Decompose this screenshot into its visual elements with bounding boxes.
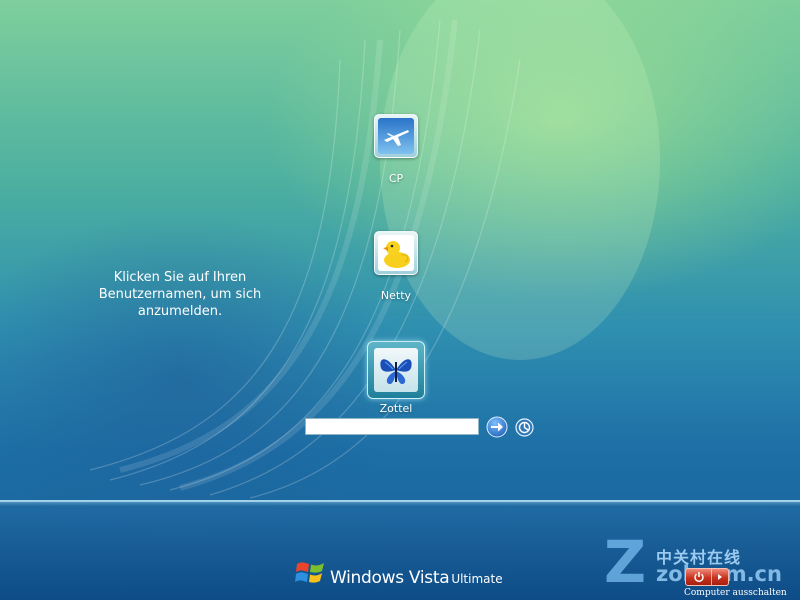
password-input[interactable] [305,418,479,435]
butterfly-icon [374,348,418,392]
user-picture-frame [374,231,418,275]
windows-flag-icon [295,562,324,583]
instruction-line: Klicken Sie auf Ihren [113,270,247,285]
horizon-line [0,500,800,502]
ease-of-access-icon [515,418,534,437]
instruction-line: anzumelden. [137,304,223,319]
shutdown-label: Computer ausschalten [684,588,787,598]
user-name-label: Netty [380,289,412,302]
airplane-icon [378,118,414,154]
brand-edition: Ultimate [451,572,503,586]
shutdown-options-arrow[interactable] [712,569,728,585]
instruction-line: Benutzernamen, um sich [98,287,262,302]
user-name-label: Zottel [379,402,413,415]
rubber-duck-icon [378,235,414,271]
user-tile-cp[interactable]: CP [336,114,456,185]
ease-of-access-button[interactable] [515,418,534,437]
shutdown-button[interactable] [685,568,729,586]
user-picture-frame [367,341,425,399]
arrow-right-icon [486,416,508,438]
submit-login-button[interactable] [486,416,508,438]
login-instruction: Klicken Sie auf Ihren Benutzernamen, um … [90,269,270,320]
user-picture-frame [374,114,418,158]
windows-vista-branding: Windows Vista Ultimate [293,555,503,589]
brand-wordmark: Windows Vista [330,568,450,588]
chevron-right-icon [718,574,723,580]
user-name-label: CP [388,172,404,185]
user-tile-zottel[interactable]: Zottel [336,341,456,415]
user-tile-netty[interactable]: Netty [336,231,456,302]
power-icon [686,569,713,585]
